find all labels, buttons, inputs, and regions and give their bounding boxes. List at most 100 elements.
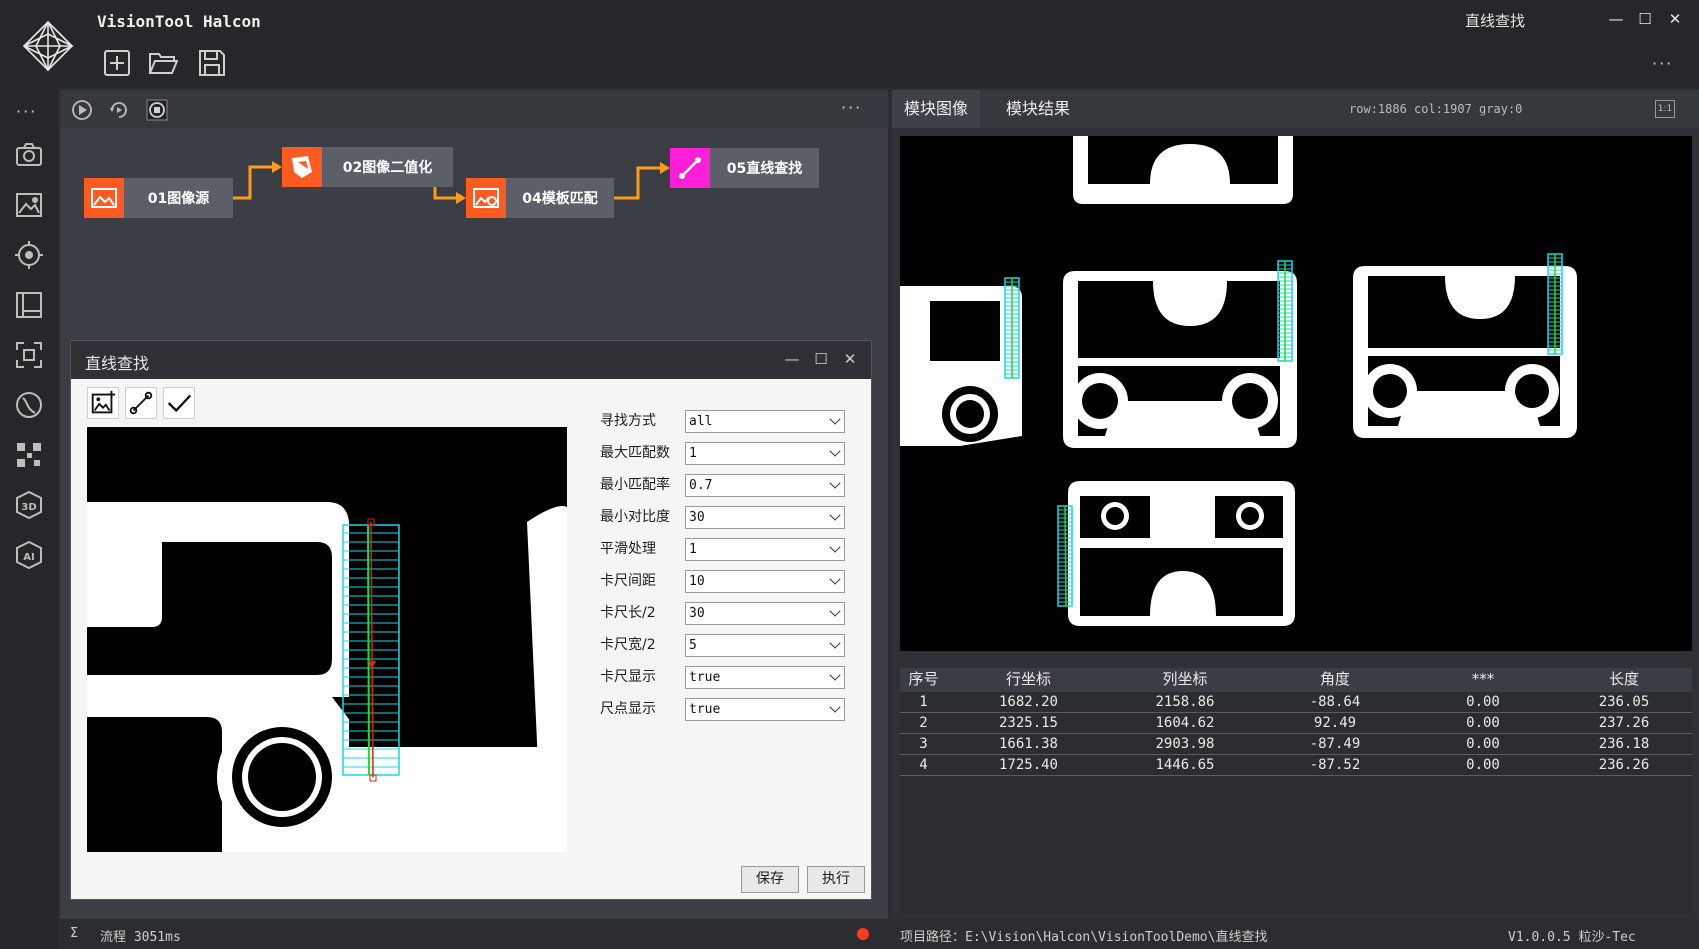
select-value: 30 bbox=[689, 606, 705, 621]
param-label: 最大匹配数 bbox=[600, 445, 670, 461]
run-button[interactable]: 执行 bbox=[807, 866, 865, 893]
save-icon[interactable] bbox=[197, 48, 227, 78]
table-cell: 4 bbox=[919, 757, 928, 773]
min-contrast-select[interactable]: 30 bbox=[685, 506, 845, 529]
flow-time: 流程 3051ms bbox=[100, 930, 181, 945]
roi-icon[interactable] bbox=[14, 340, 44, 370]
table-cell: 0.00 bbox=[1466, 694, 1500, 710]
column-header[interactable]: 行坐标 bbox=[947, 668, 1110, 692]
pixel-info: row:1886 col:1907 gray:0 bbox=[1349, 102, 1523, 116]
tab-module-result[interactable]: 模块结果 bbox=[994, 90, 1082, 128]
table-cell: 237.26 bbox=[1598, 715, 1650, 731]
select-value: 1 bbox=[689, 446, 697, 461]
param-label: 卡尺宽/2 bbox=[600, 637, 656, 653]
select-value: 30 bbox=[689, 510, 705, 525]
column-header[interactable]: 角度 bbox=[1260, 668, 1410, 692]
table-cell: 92.49 bbox=[1313, 715, 1357, 731]
minimize-button[interactable]: — bbox=[1605, 8, 1627, 30]
dialog-title-bar[interactable]: 直线查找 — ☐ ✕ bbox=[71, 341, 871, 379]
column-header[interactable]: 序号 bbox=[900, 668, 947, 692]
table-header: 序号 行坐标 列坐标 角度 *** 长度 bbox=[900, 668, 1692, 692]
table-cell: 1604.62 bbox=[1155, 715, 1215, 731]
point-display-select[interactable]: true bbox=[685, 698, 845, 721]
chevron-down-icon bbox=[829, 701, 841, 713]
measure-icon[interactable] bbox=[14, 290, 44, 320]
table-cell: 236.05 bbox=[1598, 694, 1650, 710]
table-cell: 2 bbox=[919, 715, 928, 731]
dialog-minimize-button[interactable]: — bbox=[782, 349, 802, 369]
column-header[interactable]: 列坐标 bbox=[1110, 668, 1260, 692]
target-icon[interactable] bbox=[14, 240, 44, 270]
result-table: 序号 行坐标 列坐标 角度 *** 长度 1 1682.20 2158.86 -… bbox=[900, 668, 1692, 913]
sidebar-more-icon[interactable]: ··· bbox=[16, 102, 37, 121]
svg-text:3D: 3D bbox=[21, 502, 36, 513]
dialog-preview-image[interactable] bbox=[87, 427, 567, 852]
calibration-icon[interactable] bbox=[14, 390, 44, 420]
chevron-down-icon bbox=[829, 477, 841, 489]
chevron-down-icon bbox=[829, 573, 841, 585]
caliper-half-width-select[interactable]: 5 bbox=[685, 634, 845, 657]
new-file-icon[interactable] bbox=[102, 48, 132, 78]
result-panel: 模块图像 模块结果 row:1886 col:1907 gray:0 1:1 序… bbox=[892, 90, 1699, 919]
open-folder-icon[interactable] bbox=[148, 48, 178, 78]
min-score-select[interactable]: 0.7 bbox=[685, 474, 845, 497]
search-mode-select[interactable]: all bbox=[685, 410, 845, 433]
tool-sidebar: ··· 3D AI bbox=[0, 88, 58, 949]
flow-node-line-find[interactable]: 05直线查找 bbox=[670, 148, 819, 188]
param-label: 卡尺显示 bbox=[600, 669, 656, 685]
table-cell: -88.64 bbox=[1309, 694, 1361, 710]
caliper-half-length-select[interactable]: 30 bbox=[685, 602, 845, 625]
table-cell: 0.00 bbox=[1466, 736, 1500, 752]
confirm-check-icon[interactable] bbox=[163, 387, 195, 419]
flow-node-label: 01图像源 bbox=[124, 178, 233, 218]
caliper-display-select[interactable]: true bbox=[685, 666, 845, 689]
svg-text:AI: AI bbox=[23, 552, 34, 563]
max-matches-select[interactable]: 1 bbox=[685, 442, 845, 465]
smoothing-select[interactable]: 1 bbox=[685, 538, 845, 561]
flow-node-template-match[interactable]: 04模板匹配 bbox=[466, 178, 614, 218]
table-row[interactable]: 3 1661.38 2903.98 -87.49 0.00 236.18 bbox=[900, 734, 1692, 755]
select-value: all bbox=[689, 414, 713, 429]
image-source-icon bbox=[84, 178, 124, 218]
close-button[interactable]: ✕ bbox=[1664, 8, 1686, 30]
chevron-down-icon bbox=[829, 445, 841, 457]
maximize-button[interactable]: ☐ bbox=[1634, 8, 1656, 30]
table-cell: 1682.20 bbox=[998, 694, 1058, 710]
save-button[interactable]: 保存 bbox=[741, 866, 799, 893]
line-find-icon bbox=[670, 148, 710, 188]
table-row[interactable]: 4 1725.40 1446.65 -87.52 0.00 236.26 bbox=[900, 755, 1692, 776]
module-image-view[interactable] bbox=[900, 136, 1692, 651]
dialog-maximize-button[interactable]: ☐ bbox=[811, 349, 831, 369]
ai-icon[interactable]: AI bbox=[14, 540, 44, 570]
select-value: true bbox=[689, 670, 721, 685]
column-header[interactable]: 长度 bbox=[1556, 668, 1692, 692]
table-cell: 236.26 bbox=[1598, 757, 1650, 773]
app-window: VisionTool Halcon 直线查找 — ☐ ✕ ··· ··· 3D … bbox=[0, 0, 1699, 949]
title-more-icon[interactable]: ··· bbox=[1652, 54, 1673, 73]
table-row[interactable]: 2 2325.15 1604.62 92.49 0.00 237.26 bbox=[900, 713, 1692, 734]
caliper-spacing-select[interactable]: 10 bbox=[685, 570, 845, 593]
status-bar-left: Σ 流程 3051ms bbox=[60, 919, 888, 949]
table-cell: 0.00 bbox=[1466, 715, 1500, 731]
result-tabs: 模块图像 模块结果 row:1886 col:1907 gray:0 1:1 bbox=[892, 90, 1699, 128]
table-cell: 2158.86 bbox=[1155, 694, 1215, 710]
draw-line-icon[interactable] bbox=[125, 387, 157, 419]
image-process-icon[interactable] bbox=[14, 190, 44, 220]
camera-icon[interactable] bbox=[14, 140, 44, 170]
table-cell: 236.18 bbox=[1598, 736, 1650, 752]
barcode-icon[interactable] bbox=[14, 440, 44, 470]
flow-node-image-source[interactable]: 01图像源 bbox=[84, 178, 233, 218]
dialog-close-button[interactable]: ✕ bbox=[840, 349, 860, 369]
column-header[interactable]: *** bbox=[1410, 668, 1556, 692]
tab-module-image[interactable]: 模块图像 bbox=[892, 90, 981, 128]
table-cell: 1661.38 bbox=[998, 736, 1058, 752]
flow-node-binarize[interactable]: 02图像二值化 bbox=[282, 147, 453, 187]
window-title: 直线查找 bbox=[1465, 12, 1526, 30]
add-image-icon[interactable] bbox=[87, 387, 119, 419]
param-label: 尺点显示 bbox=[600, 701, 656, 717]
param-label: 卡尺间距 bbox=[600, 573, 656, 589]
app-logo-icon bbox=[22, 20, 74, 72]
3d-icon[interactable]: 3D bbox=[14, 490, 44, 520]
fit-image-button[interactable]: 1:1 bbox=[1655, 100, 1675, 118]
table-row[interactable]: 1 1682.20 2158.86 -88.64 0.00 236.05 bbox=[900, 692, 1692, 713]
